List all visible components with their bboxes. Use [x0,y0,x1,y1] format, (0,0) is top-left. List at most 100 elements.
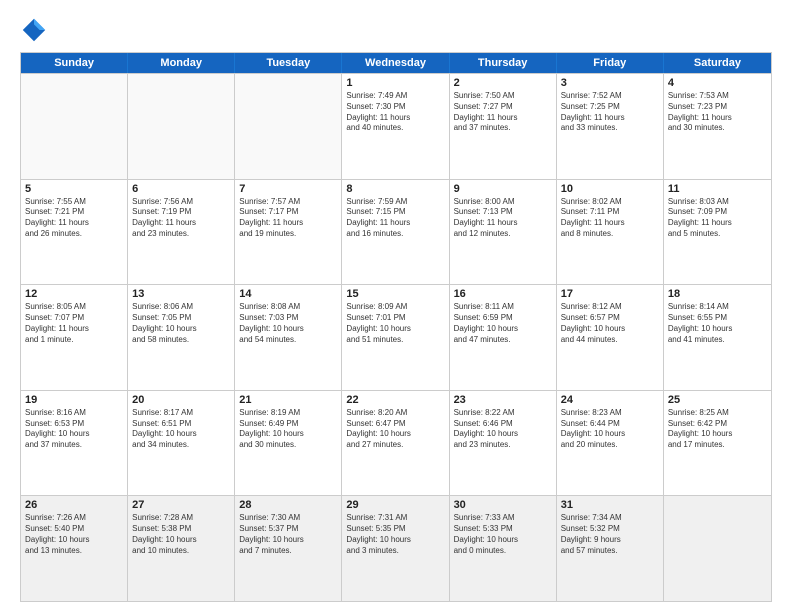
calendar-header: SundayMondayTuesdayWednesdayThursdayFrid… [21,53,771,73]
day-number: 30 [454,499,552,511]
header-day-monday: Monday [128,53,235,73]
cell-info: Sunrise: 7:57 AM Sunset: 7:17 PM Dayligh… [239,197,337,240]
header-day-friday: Friday [557,53,664,73]
cell-info: Sunrise: 8:25 AM Sunset: 6:42 PM Dayligh… [668,408,767,451]
cell-info: Sunrise: 8:23 AM Sunset: 6:44 PM Dayligh… [561,408,659,451]
day-number: 2 [454,77,552,89]
cell-info: Sunrise: 7:26 AM Sunset: 5:40 PM Dayligh… [25,513,123,556]
calendar-cell: 6 Sunrise: 7:56 AM Sunset: 7:19 PM Daylig… [128,180,235,285]
calendar-cell: 28 Sunrise: 7:30 AM Sunset: 5:37 PM Dayli… [235,496,342,601]
calendar-body: 1 Sunrise: 7:49 AM Sunset: 7:30 PM Daylig… [21,73,771,601]
day-number: 4 [668,77,767,89]
cell-info: Sunrise: 7:33 AM Sunset: 5:33 PM Dayligh… [454,513,552,556]
cell-info: Sunrise: 8:02 AM Sunset: 7:11 PM Dayligh… [561,197,659,240]
day-number: 16 [454,288,552,300]
day-number: 24 [561,394,659,406]
day-number: 3 [561,77,659,89]
cell-info: Sunrise: 7:30 AM Sunset: 5:37 PM Dayligh… [239,513,337,556]
calendar-cell: 29 Sunrise: 7:31 AM Sunset: 5:35 PM Dayli… [342,496,449,601]
header-day-sunday: Sunday [21,53,128,73]
calendar-cell: 19 Sunrise: 8:16 AM Sunset: 6:53 PM Dayli… [21,391,128,496]
cell-info: Sunrise: 8:11 AM Sunset: 6:59 PM Dayligh… [454,302,552,345]
day-number: 9 [454,183,552,195]
cell-info: Sunrise: 7:31 AM Sunset: 5:35 PM Dayligh… [346,513,444,556]
calendar-cell: 30 Sunrise: 7:33 AM Sunset: 5:33 PM Dayli… [450,496,557,601]
header [20,16,772,44]
cell-info: Sunrise: 8:20 AM Sunset: 6:47 PM Dayligh… [346,408,444,451]
day-number: 21 [239,394,337,406]
page: SundayMondayTuesdayWednesdayThursdayFrid… [0,0,792,612]
calendar-cell: 26 Sunrise: 7:26 AM Sunset: 5:40 PM Dayli… [21,496,128,601]
cell-info: Sunrise: 8:12 AM Sunset: 6:57 PM Dayligh… [561,302,659,345]
cell-info: Sunrise: 8:06 AM Sunset: 7:05 PM Dayligh… [132,302,230,345]
day-number: 11 [668,183,767,195]
calendar-cell: 17 Sunrise: 8:12 AM Sunset: 6:57 PM Dayli… [557,285,664,390]
header-day-saturday: Saturday [664,53,771,73]
cell-info: Sunrise: 8:19 AM Sunset: 6:49 PM Dayligh… [239,408,337,451]
calendar-cell: 14Sunrise: 8:08 AM Sunset: 7:03 PM Dayli… [235,285,342,390]
cell-info: Sunrise: 8:03 AM Sunset: 7:09 PM Dayligh… [668,197,767,240]
calendar-row-1: 5Sunrise: 7:55 AM Sunset: 7:21 PM Daylig… [21,179,771,285]
calendar-cell [235,74,342,179]
cell-info: Sunrise: 7:59 AM Sunset: 7:15 PM Dayligh… [346,197,444,240]
cell-info: Sunrise: 7:34 AM Sunset: 5:32 PM Dayligh… [561,513,659,556]
cell-info: Sunrise: 7:28 AM Sunset: 5:38 PM Dayligh… [132,513,230,556]
header-day-wednesday: Wednesday [342,53,449,73]
calendar-row-4: 26 Sunrise: 7:26 AM Sunset: 5:40 PM Dayli… [21,495,771,601]
day-number: 28 [239,499,337,511]
calendar-row-2: 12Sunrise: 8:05 AM Sunset: 7:07 PM Dayli… [21,284,771,390]
day-number: 15 [346,288,444,300]
calendar-cell: 5Sunrise: 7:55 AM Sunset: 7:21 PM Daylig… [21,180,128,285]
day-number: 20 [132,394,230,406]
calendar-cell: 18Sunrise: 8:14 AM Sunset: 6:55 PM Dayli… [664,285,771,390]
cell-info: Sunrise: 7:56 AM Sunset: 7:19 PM Dayligh… [132,197,230,240]
day-number: 17 [561,288,659,300]
day-number: 1 [346,77,444,89]
cell-info: Sunrise: 7:49 AM Sunset: 7:30 PM Dayligh… [346,91,444,134]
day-number: 10 [561,183,659,195]
calendar-cell: 1 Sunrise: 7:49 AM Sunset: 7:30 PM Daylig… [342,74,449,179]
calendar-row-0: 1 Sunrise: 7:49 AM Sunset: 7:30 PM Daylig… [21,73,771,179]
cell-info: Sunrise: 8:05 AM Sunset: 7:07 PM Dayligh… [25,302,123,345]
calendar-cell: 22Sunrise: 8:20 AM Sunset: 6:47 PM Dayli… [342,391,449,496]
header-day-thursday: Thursday [450,53,557,73]
calendar-cell [128,74,235,179]
logo-icon [20,16,48,44]
calendar-cell: 10 Sunrise: 8:02 AM Sunset: 7:11 PM Dayli… [557,180,664,285]
calendar-cell: 8 Sunrise: 7:59 AM Sunset: 7:15 PM Daylig… [342,180,449,285]
calendar-cell: 20Sunrise: 8:17 AM Sunset: 6:51 PM Dayli… [128,391,235,496]
calendar-cell: 7 Sunrise: 7:57 AM Sunset: 7:17 PM Daylig… [235,180,342,285]
day-number: 14 [239,288,337,300]
calendar-cell: 3 Sunrise: 7:52 AM Sunset: 7:25 PM Daylig… [557,74,664,179]
day-number: 6 [132,183,230,195]
calendar-cell: 27Sunrise: 7:28 AM Sunset: 5:38 PM Dayli… [128,496,235,601]
calendar-cell: 12Sunrise: 8:05 AM Sunset: 7:07 PM Dayli… [21,285,128,390]
calendar-cell: 31 Sunrise: 7:34 AM Sunset: 5:32 PM Dayli… [557,496,664,601]
day-number: 7 [239,183,337,195]
calendar-cell: 16 Sunrise: 8:11 AM Sunset: 6:59 PM Dayli… [450,285,557,390]
calendar-cell: 4Sunrise: 7:53 AM Sunset: 7:23 PM Daylig… [664,74,771,179]
calendar-cell [21,74,128,179]
day-number: 31 [561,499,659,511]
calendar-cell: 9 Sunrise: 8:00 AM Sunset: 7:13 PM Daylig… [450,180,557,285]
calendar-cell: 2Sunrise: 7:50 AM Sunset: 7:27 PM Daylig… [450,74,557,179]
day-number: 8 [346,183,444,195]
day-number: 5 [25,183,123,195]
cell-info: Sunrise: 8:00 AM Sunset: 7:13 PM Dayligh… [454,197,552,240]
calendar-row-3: 19 Sunrise: 8:16 AM Sunset: 6:53 PM Dayli… [21,390,771,496]
calendar-cell: 11 Sunrise: 8:03 AM Sunset: 7:09 PM Dayli… [664,180,771,285]
calendar-cell: 15Sunrise: 8:09 AM Sunset: 7:01 PM Dayli… [342,285,449,390]
day-number: 13 [132,288,230,300]
calendar-cell [664,496,771,601]
day-number: 26 [25,499,123,511]
cell-info: Sunrise: 7:52 AM Sunset: 7:25 PM Dayligh… [561,91,659,134]
day-number: 29 [346,499,444,511]
calendar-cell: 25 Sunrise: 8:25 AM Sunset: 6:42 PM Dayli… [664,391,771,496]
day-number: 19 [25,394,123,406]
cell-info: Sunrise: 8:16 AM Sunset: 6:53 PM Dayligh… [25,408,123,451]
day-number: 23 [454,394,552,406]
cell-info: Sunrise: 8:22 AM Sunset: 6:46 PM Dayligh… [454,408,552,451]
calendar-cell: 23 Sunrise: 8:22 AM Sunset: 6:46 PM Dayli… [450,391,557,496]
day-number: 25 [668,394,767,406]
calendar-cell: 13 Sunrise: 8:06 AM Sunset: 7:05 PM Dayli… [128,285,235,390]
